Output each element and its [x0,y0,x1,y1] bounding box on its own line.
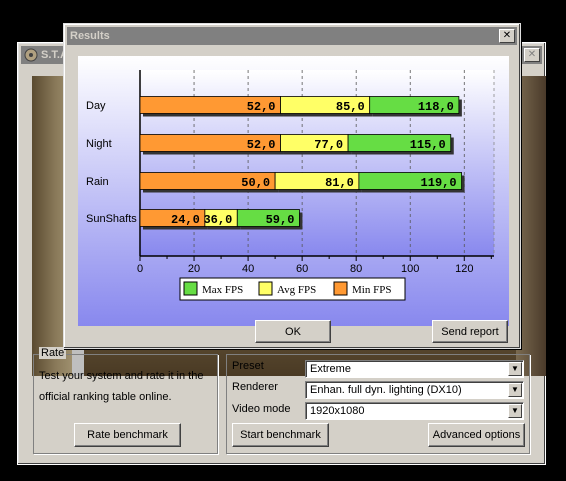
legend-label: Min FPS [352,284,391,296]
preset-select[interactable]: Extreme ▼ [305,360,524,378]
results-title: Results [70,30,110,42]
legend-swatch [333,281,348,296]
data-label: 59,0 [266,213,295,227]
preset-label: Preset [232,360,264,372]
launcher-close-icon[interactable]: ✕ [524,48,540,62]
data-label: 36,0 [203,213,232,227]
data-label: 24,0 [171,213,200,227]
ok-button[interactable]: OK [255,320,331,343]
data-label: 81,0 [325,176,354,190]
video-mode-label: Video mode [232,403,291,415]
rate-benchmark-button[interactable]: Rate benchmark [74,423,181,447]
x-tick-label: 0 [137,263,143,275]
renderer-value: Enhan. full dyn. lighting (DX10) [310,384,462,396]
close-icon[interactable]: ✕ [499,29,515,43]
data-label: 115,0 [410,138,446,152]
data-label: 50,0 [241,176,270,190]
x-tick-label: 40 [242,263,254,275]
video-mode-select[interactable]: 1920x1080 ▼ [305,402,524,420]
data-label: 77,0 [314,138,343,152]
legend-label: Max FPS [202,284,243,296]
video-mode-value: 1920x1080 [310,405,365,417]
chevron-down-icon[interactable]: ▼ [508,362,522,376]
category-label: Rain [86,176,109,188]
app-icon [24,48,38,62]
renderer-select[interactable]: Enhan. full dyn. lighting (DX10) ▼ [305,381,524,399]
category-label: Day [86,100,106,112]
results-dialog: Results ✕ 0 20 40 60 80 100 120 Day 52,0 85,0 118,… [63,23,521,349]
fps-chart: 0 20 40 60 80 100 120 Day 52,0 85,0 118,0 Night 52,0… [78,56,509,326]
legend-swatch [183,281,198,296]
x-tick-label: 60 [296,263,308,275]
legend-label: Avg FPS [277,284,316,296]
data-label: 118,0 [418,100,454,114]
chevron-down-icon[interactable]: ▼ [508,404,522,418]
rate-description: Test your system and rate it in the offi… [39,370,204,403]
data-label: 119,0 [421,176,457,190]
send-report-button[interactable]: Send report [432,320,508,343]
legend-swatch [258,281,273,296]
category-label: Night [86,138,112,150]
preset-value: Extreme [310,363,351,375]
results-title-bar: Results [67,27,517,45]
x-tick-label: 100 [401,263,419,275]
x-tick-label: 80 [350,263,362,275]
results-chart-panel: 0 20 40 60 80 100 120 Day 52,0 85,0 118,0 Night 52,0… [78,56,509,326]
renderer-label: Renderer [232,381,278,393]
data-label: 52,0 [247,138,276,152]
data-label: 85,0 [336,100,365,114]
chevron-down-icon[interactable]: ▼ [508,383,522,397]
data-label: 52,0 [247,100,276,114]
x-tick-label: 20 [188,263,200,275]
category-label: SunShafts [86,213,137,225]
start-benchmark-button[interactable]: Start benchmark [232,423,329,447]
x-tick-label: 120 [455,263,473,275]
advanced-options-button[interactable]: Advanced options [428,423,525,447]
